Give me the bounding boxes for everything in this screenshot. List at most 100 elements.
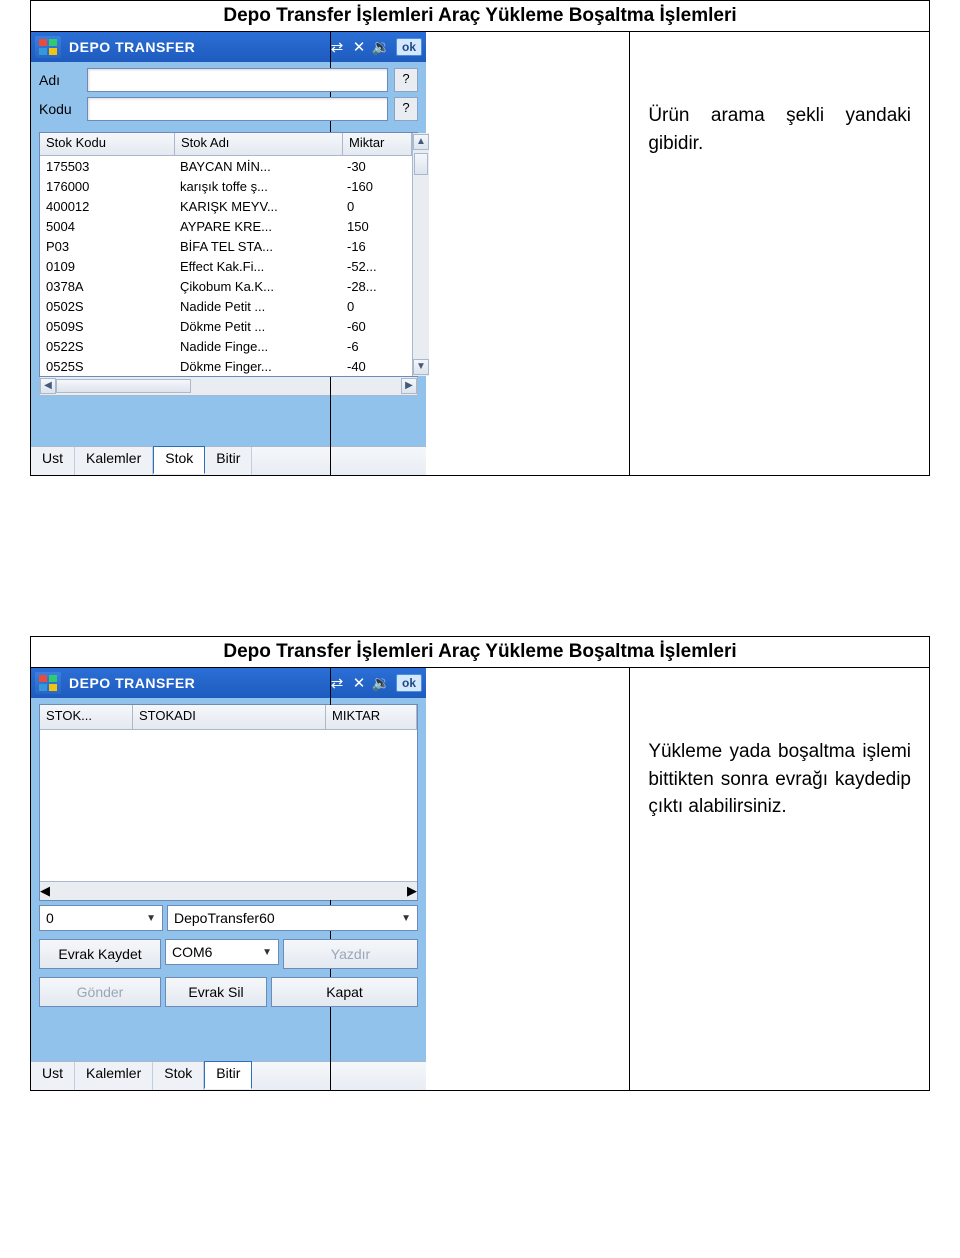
scroll-right-icon[interactable]: ▶ <box>407 883 417 899</box>
chevron-down-icon: ▼ <box>401 913 411 924</box>
button-row-1: Evrak Kaydet COM6 ▼ Yazdır <box>31 935 426 973</box>
scroll-up-icon[interactable]: ▲ <box>413 134 429 150</box>
tab-ust[interactable]: Ust <box>31 447 75 475</box>
cell-name: KARIŞK MEYV... <box>174 199 341 214</box>
cell-code: 0525S <box>40 359 174 374</box>
cell-code: 400012 <box>40 199 174 214</box>
tab-bitir[interactable]: Bitir <box>204 1061 252 1089</box>
tab-ust[interactable]: Ust <box>31 1062 75 1090</box>
cell-name: Nadide Petit ... <box>174 299 341 314</box>
label-adi: Adı <box>39 72 87 88</box>
cell-code: 0502S <box>40 299 174 314</box>
signal-icon[interactable]: ✕ <box>348 38 370 56</box>
tab-kalemler[interactable]: Kalemler <box>75 447 153 475</box>
copies-dropdown[interactable]: 0 ▼ <box>39 905 163 931</box>
cell-qty: -52... <box>341 259 409 274</box>
cell-code: 175503 <box>40 159 174 174</box>
cell-name: karışık toffe ş... <box>174 179 341 194</box>
save-doc-button[interactable]: Evrak Kaydet <box>39 939 161 969</box>
section-gap <box>0 516 960 636</box>
section-1-table: Depo Transfer İşlemleri Araç Yükleme Boş… <box>30 0 930 476</box>
table-row[interactable]: 0502SNadide Petit ...0 <box>40 296 412 316</box>
window-title: DEPO TRANSFER <box>69 675 195 691</box>
scroll-left-icon[interactable]: ◀ <box>40 378 56 394</box>
connectivity-icon[interactable]: ⇄ <box>326 38 348 56</box>
input-adi[interactable] <box>87 68 388 92</box>
row-kodu: Kodu ? <box>39 97 418 121</box>
grid-main: Stok Kodu Stok Adı Miktar 175503BAYCAN M… <box>40 133 412 376</box>
lookup-adi-button[interactable]: ? <box>394 68 418 92</box>
cell-name: Dökme Finger... <box>174 359 341 374</box>
section-1-desc-cell: Ürün arama şekli yandaki gibidir. <box>630 32 930 476</box>
table-row[interactable]: 176000karışık toffe ş...-160 <box>40 176 412 196</box>
table-row[interactable]: 175503BAYCAN MİN...-30 <box>40 156 412 176</box>
button-row-2: Gönder Evrak Sil Kapat <box>31 973 426 1011</box>
cell-code: 0109 <box>40 259 174 274</box>
section-2-table: Depo Transfer İşlemleri Araç Yükleme Boş… <box>30 636 930 1091</box>
volume-icon[interactable]: 🔉 <box>370 674 392 692</box>
scroll-thumb-h[interactable] <box>56 379 191 393</box>
tab-kalemler[interactable]: Kalemler <box>75 1062 153 1090</box>
cell-name: BAYCAN MİN... <box>174 159 341 174</box>
template-dropdown[interactable]: DepoTransfer60 ▼ <box>167 905 418 931</box>
table-row[interactable]: 0109Effect Kak.Fi...-52... <box>40 256 412 276</box>
table-row[interactable]: 0522SNadide Finge...-6 <box>40 336 412 356</box>
table-row[interactable]: 400012KARIŞK MEYV...0 <box>40 196 412 216</box>
copies-value: 0 <box>46 910 54 926</box>
scroll-thumb[interactable] <box>414 153 428 175</box>
col-miktar[interactable]: Miktar <box>343 133 412 155</box>
cell-name: BİFA TEL STA... <box>174 239 341 254</box>
vertical-scrollbar[interactable]: ▲ ▼ <box>412 133 429 376</box>
chevron-down-icon: ▼ <box>146 913 156 924</box>
ok-button[interactable]: ok <box>396 674 422 692</box>
tab-stok[interactable]: Stok <box>153 446 205 474</box>
col-stok-kodu[interactable]: Stok Kodu <box>40 133 175 155</box>
col-stok[interactable]: STOK... <box>40 705 133 729</box>
table-row[interactable]: 5004AYPARE KRE...150 <box>40 216 412 236</box>
tab-stok[interactable]: Stok <box>153 1062 204 1090</box>
horizontal-scrollbar[interactable]: ◀ ▶ <box>40 881 417 900</box>
table-row[interactable]: P03BİFA TEL STA...-16 <box>40 236 412 256</box>
scroll-left-icon[interactable]: ◀ <box>40 883 50 899</box>
connectivity-icon[interactable]: ⇄ <box>326 674 348 692</box>
cell-qty: 0 <box>341 299 409 314</box>
table-row[interactable]: 0509SDökme Petit ...-60 <box>40 316 412 336</box>
section-2-desc: Yükleme yada boşaltma işlemi bittikten s… <box>648 738 911 821</box>
table-row[interactable]: 0525SDökme Finger...-40 <box>40 356 412 376</box>
cell-name: Çikobum Ka.K... <box>174 279 341 294</box>
input-kodu[interactable] <box>87 97 388 121</box>
close-button[interactable]: Kapat <box>271 977 418 1007</box>
grid-header: Stok Kodu Stok Adı Miktar <box>40 133 412 156</box>
window-title: DEPO TRANSFER <box>69 39 195 55</box>
cell-qty: -28... <box>341 279 409 294</box>
start-flag-icon[interactable] <box>35 672 61 694</box>
cell-qty: -160 <box>341 179 409 194</box>
col-stokadi[interactable]: STOKADI <box>133 705 326 729</box>
tab-bitir[interactable]: Bitir <box>205 447 252 475</box>
summary-grid-header: STOK... STOKADI MIKTAR <box>40 705 417 730</box>
cell-code: 176000 <box>40 179 174 194</box>
cell-code: 5004 <box>40 219 174 234</box>
com-port-dropdown[interactable]: COM6 ▼ <box>165 939 279 965</box>
stock-grid: Stok Kodu Stok Adı Miktar 175503BAYCAN M… <box>39 132 418 377</box>
cell-name: Nadide Finge... <box>174 339 341 354</box>
send-button: Gönder <box>39 977 161 1007</box>
section-2-desc-cell: Yükleme yada boşaltma işlemi bittikten s… <box>630 668 930 1091</box>
scroll-right-icon[interactable]: ▶ <box>401 378 417 394</box>
lookup-kodu-button[interactable]: ? <box>394 97 418 121</box>
cell-name: Effect Kak.Fi... <box>174 259 341 274</box>
section-1-screenshot-cell: DEPO TRANSFER ⇄ ✕ 🔉 ok Adı ? Kodu <box>31 32 331 476</box>
scroll-down-icon[interactable]: ▼ <box>413 359 429 375</box>
cell-qty: -6 <box>341 339 409 354</box>
table-row[interactable]: 0378AÇikobum Ka.K...-28... <box>40 276 412 296</box>
volume-icon[interactable]: 🔉 <box>370 38 392 56</box>
ok-button[interactable]: ok <box>396 38 422 56</box>
col-miktar[interactable]: MIKTAR <box>326 705 417 729</box>
cell-qty: 150 <box>341 219 409 234</box>
delete-doc-button[interactable]: Evrak Sil <box>165 977 267 1007</box>
col-stok-adi[interactable]: Stok Adı <box>175 133 343 155</box>
signal-icon[interactable]: ✕ <box>348 674 370 692</box>
start-flag-icon[interactable] <box>35 36 61 58</box>
row-adi: Adı ? <box>39 68 418 92</box>
cell-qty: 0 <box>341 199 409 214</box>
